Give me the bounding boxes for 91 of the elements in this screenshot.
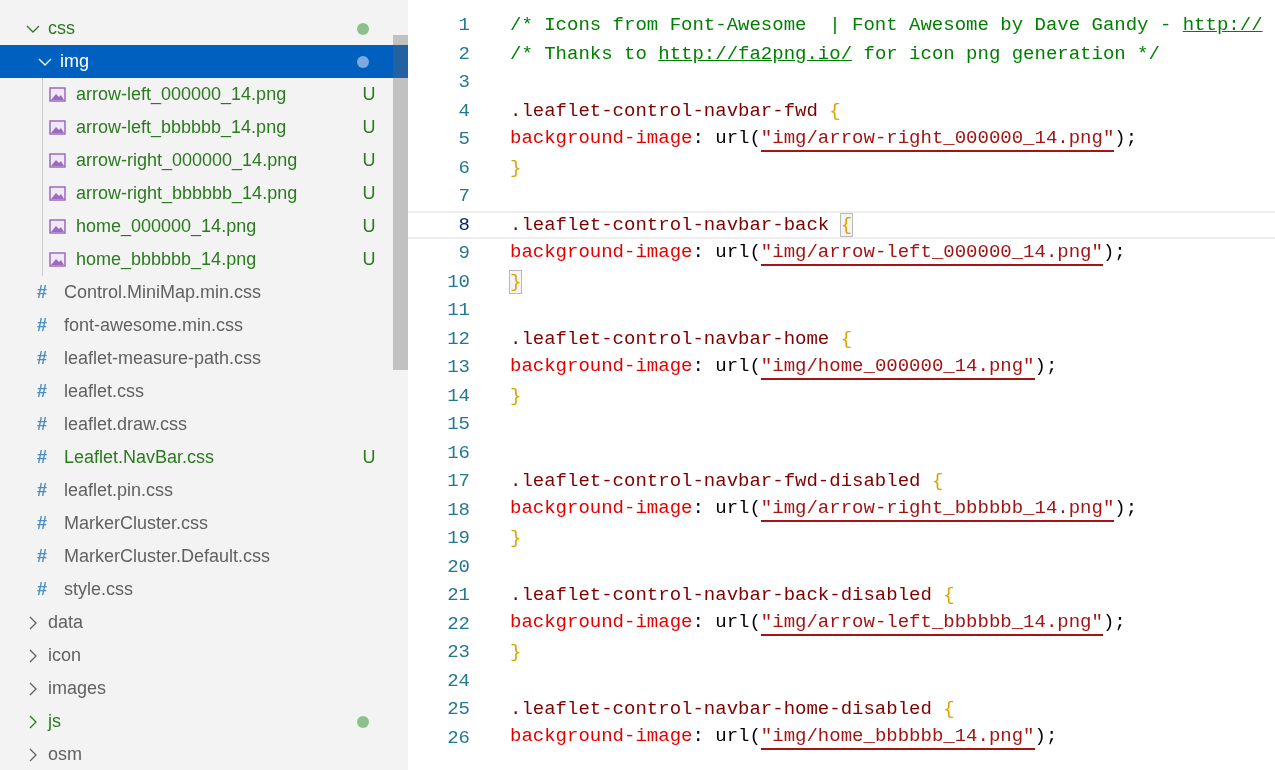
file-item[interactable]: # MarkerCluster.css <box>0 507 393 540</box>
hash-icon: # <box>37 381 53 402</box>
line-number: 9 <box>457 242 470 265</box>
folder-item[interactable]: data <box>0 606 393 639</box>
line-number: 3 <box>457 71 470 94</box>
hash-icon: # <box>37 579 53 600</box>
code-line: .leaflet-control-navbar-fwd { <box>510 99 841 122</box>
line-number: 19 <box>446 527 470 550</box>
line-number: 1 <box>457 14 470 37</box>
image-file-icon <box>49 87 66 102</box>
git-status: U <box>362 183 376 204</box>
line-number: 16 <box>446 441 470 464</box>
line-number: 12 <box>446 327 470 350</box>
code-line: } <box>510 641 522 664</box>
file-item[interactable]: # leaflet.draw.css <box>0 408 393 441</box>
git-status: U <box>362 84 376 105</box>
line-number: 20 <box>446 555 470 578</box>
code-line: } <box>510 384 522 407</box>
line-number: 25 <box>446 698 470 721</box>
code-line: background-image: url("img/arrow-right_000000_14.png"); <box>510 126 1138 152</box>
line-number: 7 <box>457 185 470 208</box>
line-number: 14 <box>446 384 470 407</box>
image-file-icon <box>49 219 66 234</box>
line-number: 22 <box>446 612 470 635</box>
hash-icon: # <box>37 315 53 336</box>
code-line: .leaflet-control-navbar-home-disabled { <box>510 698 955 721</box>
folder-item[interactable]: icon <box>0 639 393 672</box>
line-number: 4 <box>457 99 470 122</box>
line-number: 15 <box>446 413 470 436</box>
line-number: 2 <box>457 42 470 65</box>
code-line: .leaflet-control-navbar-back { <box>510 213 853 236</box>
git-status: U <box>362 117 376 138</box>
code-line: /* Icons from Font-Awesome | Font Awesome by Dave Gandy - http:// <box>510 14 1263 37</box>
code-line: background-image: url("img/arrow-left_000000_14.png"); <box>510 240 1126 266</box>
file-item[interactable]: arrow-left_000000_14.png U <box>0 78 393 111</box>
image-file-icon <box>49 120 66 135</box>
image-file-icon <box>49 186 66 201</box>
git-status: U <box>362 216 376 237</box>
file-item[interactable]: # leaflet-measure-path.css <box>0 342 393 375</box>
folder-item[interactable]: osm <box>0 738 393 770</box>
line-number: 10 <box>446 270 470 293</box>
code-line: background-image: url("img/arrow-right_bbbbbb_14.png"); <box>510 497 1138 523</box>
folder-item[interactable]: js <box>0 705 393 738</box>
line-number: 6 <box>457 156 470 179</box>
file-item[interactable]: # leaflet.css <box>0 375 393 408</box>
line-number: 23 <box>446 641 470 664</box>
line-number: 5 <box>457 128 470 151</box>
line-number: 18 <box>446 498 470 521</box>
file-item[interactable]: # style.css <box>0 573 393 606</box>
file-item[interactable]: arrow-right_000000_14.png U <box>0 144 393 177</box>
hash-icon: # <box>37 414 53 435</box>
folder-item[interactable]: css <box>0 12 393 45</box>
file-item[interactable]: # MarkerCluster.Default.css <box>0 540 393 573</box>
git-status: U <box>362 447 376 468</box>
line-number: 24 <box>446 669 470 692</box>
hash-icon: # <box>37 447 53 468</box>
git-status: U <box>362 150 376 171</box>
code-line: } <box>510 156 522 179</box>
line-number: 11 <box>446 299 470 322</box>
line-number: 8 <box>457 213 470 236</box>
code-line: } <box>510 527 522 550</box>
folder-item[interactable]: images <box>0 672 393 705</box>
code-line: .leaflet-control-navbar-fwd-disabled { <box>510 470 944 493</box>
file-item[interactable]: # font-awesome.min.css <box>0 309 393 342</box>
file-item[interactable]: home_bbbbbb_14.png U <box>0 243 393 276</box>
hash-icon: # <box>37 546 53 567</box>
code-line: background-image: url("img/home_000000_14.png"); <box>510 354 1058 380</box>
code-line: .leaflet-control-navbar-back-disabled { <box>510 584 955 607</box>
code-line: /* Thanks to http://fa2png.io/ for icon png generation */ <box>510 42 1160 65</box>
hash-icon: # <box>37 282 53 303</box>
file-item[interactable]: # Control.MiniMap.min.css <box>0 276 393 309</box>
code-line: background-image: url("img/arrow-left_bbbbbb_14.png"); <box>510 611 1126 637</box>
git-status: U <box>362 249 376 270</box>
file-item[interactable]: # Leaflet.NavBar.css U <box>0 441 393 474</box>
line-number: 13 <box>446 356 470 379</box>
hash-icon: # <box>37 348 53 369</box>
hash-icon: # <box>37 480 53 501</box>
image-file-icon <box>49 252 66 267</box>
file-item[interactable]: # leaflet.pin.css <box>0 474 393 507</box>
file-item[interactable]: home_000000_14.png U <box>0 210 393 243</box>
code-line: .leaflet-control-navbar-home { <box>510 327 853 350</box>
folder-item[interactable]: img <box>0 45 408 78</box>
file-item[interactable]: arrow-right_bbbbbb_14.png U <box>0 177 393 210</box>
image-file-icon <box>49 153 66 168</box>
code-line: background-image: url("img/home_bbbbbb_14.png"); <box>510 725 1058 751</box>
line-number: 26 <box>446 726 470 749</box>
scrollbar-thumb[interactable] <box>393 35 408 370</box>
hash-icon: # <box>37 513 53 534</box>
line-number: 17 <box>446 470 470 493</box>
file-item[interactable]: arrow-left_bbbbbb_14.png U <box>0 111 393 144</box>
line-number: 21 <box>446 584 470 607</box>
